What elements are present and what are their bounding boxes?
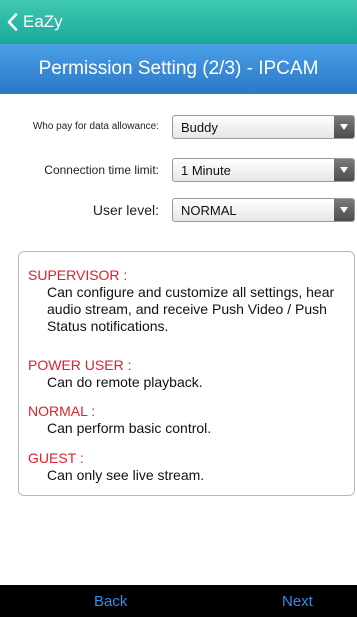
connection-time-select[interactable]: 1 Minute	[172, 158, 355, 182]
data-allowance-value: Buddy	[181, 119, 218, 135]
level-supervisor: SUPERVISOR : Can configure and customize…	[28, 267, 348, 335]
dropdown-arrow	[334, 199, 354, 221]
level-description: Can do remote playback.	[47, 374, 203, 390]
connection-time-value: 1 Minute	[181, 162, 231, 178]
back-button[interactable]: Back	[94, 585, 127, 617]
level-normal: NORMAL : Can perform basic control.	[28, 403, 348, 437]
level-power-user: POWER USER : Can do remote playback.	[28, 357, 348, 391]
user-level-value: NORMAL	[181, 202, 237, 218]
level-description: Can configure and customize all settings…	[47, 284, 335, 334]
page-title: Permission Setting (2/3) - IPCAM	[38, 58, 319, 79]
next-button[interactable]: Next	[282, 585, 313, 617]
level-description: Can only see live stream.	[47, 467, 205, 483]
triangle-down-icon	[340, 207, 348, 213]
data-allowance-row: Who pay for data allowance: Buddy	[0, 112, 357, 142]
dropdown-arrow	[334, 159, 354, 181]
nav-back-button[interactable]: EaZy	[7, 10, 63, 34]
user-level-info-box: SUPERVISOR : Can configure and customize…	[18, 251, 355, 496]
user-level-label: User level:	[92, 202, 159, 218]
top-nav-bar: EaZy	[0, 0, 357, 44]
triangle-down-icon	[340, 124, 348, 130]
user-level-select[interactable]: NORMAL	[172, 198, 355, 222]
level-name: SUPERVISOR :	[28, 267, 128, 283]
dropdown-arrow	[334, 116, 354, 138]
title-bar: Permission Setting (2/3) - IPCAM	[0, 44, 357, 94]
data-allowance-label: Who pay for data allowance:	[32, 121, 159, 132]
nav-back-label: EaZy	[23, 12, 63, 31]
level-name: POWER USER :	[28, 357, 132, 373]
level-name: GUEST :	[28, 450, 84, 466]
chevron-left-icon	[7, 13, 18, 31]
triangle-down-icon	[340, 167, 348, 173]
level-name: NORMAL :	[28, 403, 96, 419]
level-description: Can perform basic control.	[47, 420, 212, 436]
data-allowance-select[interactable]: Buddy	[172, 115, 355, 139]
connection-time-row: Connection time limit: 1 Minute	[0, 155, 357, 185]
bottom-nav-bar: Back Next	[0, 585, 357, 617]
level-guest: GUEST : Can only see live stream.	[28, 450, 348, 484]
user-level-row: User level: NORMAL	[0, 195, 357, 225]
connection-time-label: Connection time limit:	[44, 163, 159, 177]
